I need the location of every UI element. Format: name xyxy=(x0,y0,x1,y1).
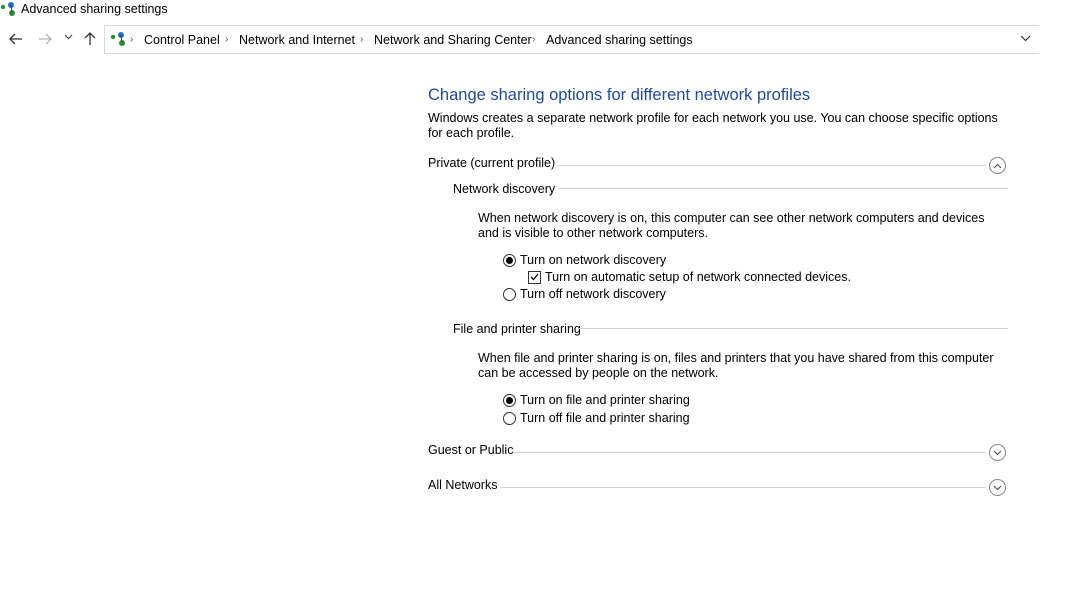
file-printer-sharing-off-label: Turn off file and printer sharing xyxy=(520,411,690,425)
breadcrumb-separator: › xyxy=(360,34,364,45)
window-title: Advanced sharing settings xyxy=(21,2,168,16)
divider xyxy=(579,328,1008,329)
forward-button[interactable] xyxy=(38,32,52,48)
radio-selected[interactable] xyxy=(503,393,516,407)
profile-all-networks-label[interactable]: All Networks xyxy=(428,477,497,493)
divider xyxy=(556,165,986,166)
chevron-down-icon xyxy=(993,485,1002,490)
network-discovery-description: When network discovery is on, this compu… xyxy=(478,211,985,240)
file-printer-sharing-on-option[interactable]: Turn on file and printer sharing xyxy=(503,392,690,408)
up-button[interactable] xyxy=(84,32,96,49)
recent-locations-button[interactable] xyxy=(64,31,73,48)
arrow-left-icon xyxy=(9,33,22,45)
file-printer-sharing-on-label: Turn on file and printer sharing xyxy=(520,393,690,407)
network-sharing-icon xyxy=(0,1,18,17)
chevron-down-icon xyxy=(993,450,1002,455)
breadcrumb-control-panel[interactable]: Control Panel xyxy=(144,32,220,48)
auto-setup-label: Turn on automatic setup of network conne… xyxy=(545,270,851,284)
page-intro: Windows creates a separate network profi… xyxy=(428,111,998,140)
network-sharing-icon xyxy=(110,31,128,47)
breadcrumb-network-and-internet[interactable]: Network and Internet xyxy=(239,32,355,48)
arrow-up-icon xyxy=(84,32,96,45)
address-dropdown-button[interactable] xyxy=(1020,32,1031,47)
expand-guest-button[interactable] xyxy=(989,444,1006,461)
divider xyxy=(500,487,986,488)
breadcrumb-network-and-sharing-center[interactable]: Network and Sharing Center xyxy=(374,32,532,48)
collapse-private-button[interactable] xyxy=(989,157,1006,174)
title-bar: Advanced sharing settings xyxy=(0,0,1069,20)
auto-setup-checkbox[interactable] xyxy=(528,270,541,284)
address-bar[interactable]: › Control Panel › Network and Internet ›… xyxy=(104,25,1039,54)
chevron-up-icon xyxy=(993,163,1002,168)
radio-unselected[interactable] xyxy=(503,411,516,425)
file-printer-sharing-description: When file and printer sharing is on, fil… xyxy=(478,351,994,380)
radio-unselected[interactable] xyxy=(503,287,516,301)
page-title: Change sharing options for different net… xyxy=(428,86,811,104)
network-discovery-on-label: Turn on network discovery xyxy=(520,253,667,267)
network-discovery-off-option[interactable]: Turn off network discovery xyxy=(503,286,666,302)
network-discovery-label: Network discovery xyxy=(453,182,556,196)
profile-private-label[interactable]: Private (current profile) xyxy=(428,155,555,171)
breadcrumb-separator: › xyxy=(532,34,536,45)
radio-selected[interactable] xyxy=(503,253,516,267)
file-printer-sharing-off-option[interactable]: Turn off file and printer sharing xyxy=(503,410,690,426)
profile-guest-label[interactable]: Guest or Public xyxy=(428,442,513,458)
expand-all-networks-button[interactable] xyxy=(989,479,1006,496)
network-discovery-off-label: Turn off network discovery xyxy=(520,287,666,301)
breadcrumb-separator: › xyxy=(130,34,134,45)
network-discovery-on-option[interactable]: Turn on network discovery xyxy=(503,252,666,268)
arrow-right-icon xyxy=(39,33,52,45)
file-printer-sharing-label: File and printer sharing xyxy=(453,322,581,336)
breadcrumb-advanced-sharing-settings[interactable]: Advanced sharing settings xyxy=(546,32,693,48)
divider xyxy=(558,188,1008,189)
back-button[interactable] xyxy=(9,32,23,48)
chevron-down-icon xyxy=(1020,35,1031,42)
chevron-down-icon xyxy=(64,34,73,40)
auto-setup-option[interactable]: Turn on automatic setup of network conne… xyxy=(528,269,851,285)
breadcrumb-separator: › xyxy=(225,34,229,45)
checkmark-icon xyxy=(530,273,539,281)
divider xyxy=(513,452,986,453)
